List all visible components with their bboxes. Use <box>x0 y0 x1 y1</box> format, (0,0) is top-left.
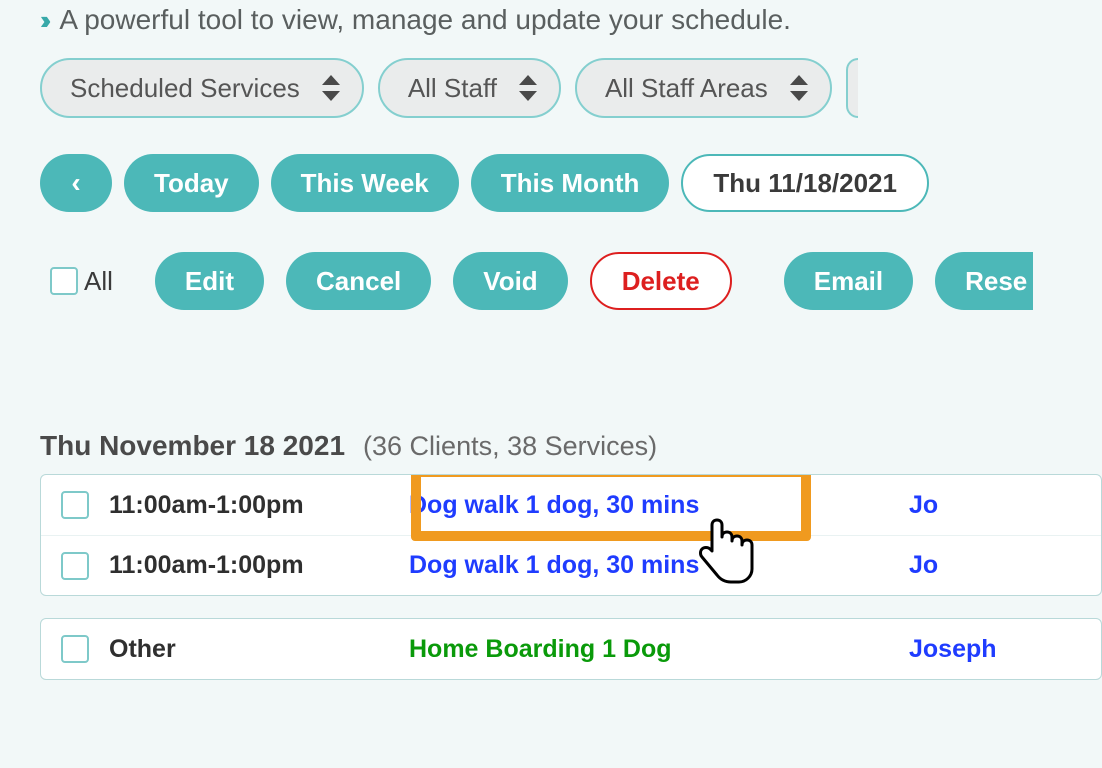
row-time: 11:00am-1:00pm <box>109 491 389 520</box>
select-all-checkbox[interactable] <box>50 267 78 295</box>
row-staff[interactable]: Jo <box>909 491 1081 520</box>
resend-button[interactable]: Rese <box>935 252 1033 310</box>
row-checkbox[interactable] <box>61 491 89 519</box>
chevron-left-icon: ‹ <box>71 167 80 199</box>
current-date[interactable]: Thu 11/18/2021 <box>681 154 929 212</box>
tagline-row: ›› A powerful tool to view, manage and u… <box>40 0 1102 58</box>
filters-row: Scheduled Services All Staff All Staff A… <box>40 58 1102 154</box>
sort-icon <box>322 75 340 101</box>
row-checkbox[interactable] <box>61 635 89 663</box>
areas-filter-label: All Staff Areas <box>605 73 768 104</box>
datenav-row: ‹ Today This Week This Month Thu 11/18/2… <box>40 154 1102 252</box>
schedule-row: 11:00am-1:00pm Dog walk 1 dog, 30 mins J… <box>41 535 1101 595</box>
actions-row: All Edit Cancel Void Delete Email Rese <box>40 252 1102 430</box>
email-button[interactable]: Email <box>784 252 913 310</box>
this-month-button[interactable]: This Month <box>471 154 670 212</box>
select-all[interactable]: All <box>50 266 113 297</box>
sort-icon <box>519 75 537 101</box>
row-checkbox[interactable] <box>61 552 89 580</box>
staff-filter-label: All Staff <box>408 73 497 104</box>
schedule-group: Other Home Boarding 1 Dog Joseph <box>40 618 1102 680</box>
row-service[interactable]: Home Boarding 1 Dog <box>409 635 889 664</box>
schedule-row: Other Home Boarding 1 Dog Joseph <box>41 619 1101 679</box>
tagline-text: A powerful tool to view, manage and upda… <box>59 4 791 36</box>
areas-filter[interactable]: All Staff Areas <box>575 58 832 118</box>
this-week-button[interactable]: This Week <box>271 154 459 212</box>
extra-filter[interactable] <box>846 58 858 118</box>
row-service[interactable]: Dog walk 1 dog, 30 mins <box>409 551 889 580</box>
row-service[interactable]: Dog walk 1 dog, 30 mins <box>409 491 889 520</box>
schedule-heading: Thu November 18 2021 (36 Clients, 38 Ser… <box>40 430 1102 474</box>
delete-button[interactable]: Delete <box>590 252 732 310</box>
cancel-button[interactable]: Cancel <box>286 252 431 310</box>
double-chevron-icon: ›› <box>40 5 45 36</box>
row-staff[interactable]: Joseph <box>909 635 1081 664</box>
select-all-label: All <box>84 266 113 297</box>
row-time: 11:00am-1:00pm <box>109 551 389 580</box>
prev-button[interactable]: ‹ <box>40 154 112 212</box>
staff-filter[interactable]: All Staff <box>378 58 561 118</box>
services-filter[interactable]: Scheduled Services <box>40 58 364 118</box>
sort-icon <box>790 75 808 101</box>
row-staff[interactable]: Jo <box>909 551 1081 580</box>
row-time: Other <box>109 635 389 664</box>
services-filter-label: Scheduled Services <box>70 73 300 104</box>
edit-button[interactable]: Edit <box>155 252 264 310</box>
schedule-date: Thu November 18 2021 <box>40 430 345 462</box>
schedule-count: (36 Clients, 38 Services) <box>363 431 657 462</box>
void-button[interactable]: Void <box>453 252 567 310</box>
schedule-row: 11:00am-1:00pm Dog walk 1 dog, 30 mins J… <box>41 475 1101 535</box>
today-button[interactable]: Today <box>124 154 259 212</box>
schedule-group: 11:00am-1:00pm Dog walk 1 dog, 30 mins J… <box>40 474 1102 596</box>
